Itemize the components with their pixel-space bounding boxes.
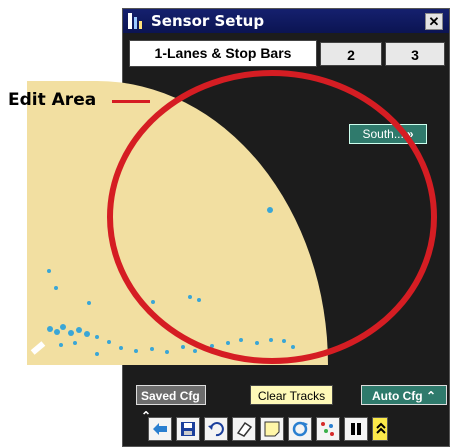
bottom-toolbar [148, 417, 444, 443]
tab-2[interactable]: 2 [320, 42, 382, 66]
tab-3[interactable]: 3 [385, 42, 445, 66]
window-title: Sensor Setup [151, 12, 265, 30]
pause-icon[interactable] [344, 417, 368, 441]
detection-zone [27, 81, 328, 365]
tab-lanes-stop-bars[interactable]: 1-Lanes & Stop Bars [129, 40, 317, 67]
tab-strip: 1-Lanes & Stop Bars 2 3 [129, 40, 445, 68]
south-button-label: South... [362, 127, 404, 141]
clear-tracks-button[interactable]: Clear Tracks [250, 385, 333, 405]
south-approach-button[interactable]: South...» [349, 124, 427, 144]
edit-area[interactable] [27, 81, 330, 365]
edit-area-callout-label: Edit Area [8, 90, 97, 110]
chevron-right-icon: » [406, 127, 414, 141]
expand-icon[interactable] [372, 417, 388, 441]
title-bar[interactable]: Sensor Setup ✕ [123, 9, 449, 33]
edit-area-callout-line [112, 100, 150, 103]
app-icon [128, 13, 142, 29]
close-button[interactable]: ✕ [425, 13, 443, 30]
auto-cfg-button[interactable]: Auto Cfg ⌃ [361, 385, 447, 405]
dots-icon[interactable] [316, 417, 340, 441]
undo-icon[interactable] [204, 417, 228, 441]
refresh-icon[interactable] [288, 417, 312, 441]
eraser-icon[interactable] [232, 417, 256, 441]
back-arrow-icon[interactable] [148, 417, 172, 441]
save-icon[interactable] [176, 417, 200, 441]
note-icon[interactable] [260, 417, 284, 441]
saved-cfg-button[interactable]: Saved Cfg ⌃ [136, 385, 206, 423]
